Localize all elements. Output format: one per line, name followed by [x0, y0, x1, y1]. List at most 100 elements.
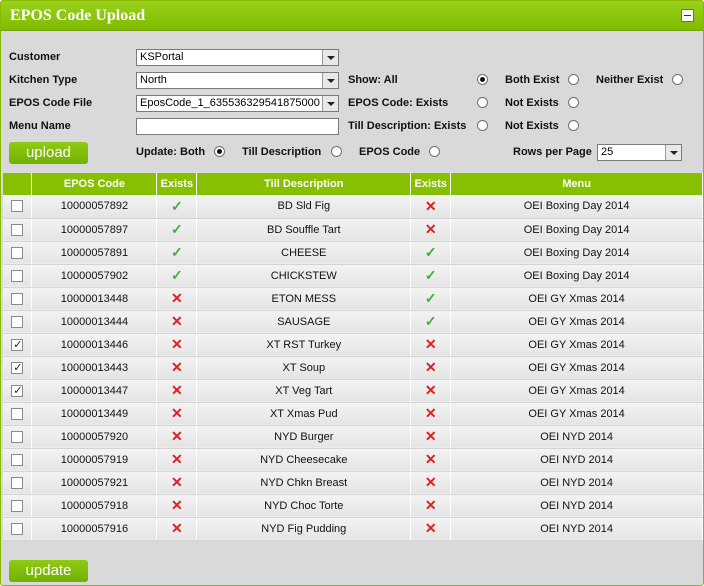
radio-till-exists[interactable]: [477, 120, 488, 131]
table-row: 10000013449 ✕ XT Xmas Pud ✕ OEI GY Xmas 2014: [3, 402, 703, 426]
radio-both-exist[interactable]: [568, 74, 579, 85]
row-checkbox[interactable]: [11, 361, 24, 374]
cross-icon: ✕: [171, 428, 183, 444]
desc-exists-cell: ✕: [410, 494, 452, 518]
collapse-icon[interactable]: [681, 9, 694, 22]
update-button[interactable]: update: [9, 560, 88, 582]
menu-cell: OEI NYD 2014: [450, 471, 703, 495]
code-exists-cell: ✕: [156, 494, 198, 518]
chevron-down-icon: [322, 50, 338, 65]
menu-cell: OEI NYD 2014: [450, 448, 703, 472]
kitchen-type-label: Kitchen Type: [9, 74, 78, 86]
row-select-cell: [3, 310, 33, 334]
menu-cell: OEI Boxing Day 2014: [450, 264, 703, 288]
row-checkbox[interactable]: [11, 384, 24, 397]
row-checkbox[interactable]: [11, 430, 24, 443]
epos-code-cell: 10000057916: [31, 517, 158, 541]
epos-code-cell: 10000057897: [31, 218, 158, 242]
table-body: 10000057892 ✓ BD Sld Fig ✕ OEI Boxing Day 20…: [3, 195, 703, 541]
radio-till-not-exists[interactable]: [568, 120, 579, 131]
row-select-cell: [3, 241, 33, 265]
upload-button[interactable]: upload: [9, 142, 88, 164]
row-select-cell: [3, 218, 33, 242]
epos-code-table: EPOS Code Exists Till Description Exists…: [3, 173, 703, 541]
header-till-description[interactable]: Till Description: [196, 173, 412, 195]
row-checkbox[interactable]: [11, 407, 24, 420]
epos-code-cell: 10000057921: [31, 471, 158, 495]
menu-cell: OEI NYD 2014: [450, 494, 703, 518]
header-select: [3, 173, 33, 195]
row-checkbox[interactable]: [11, 338, 24, 351]
header-menu[interactable]: Menu: [450, 173, 703, 195]
desc-exists-cell: ✕: [410, 425, 452, 449]
till-description-cell: NYD Burger: [196, 425, 412, 449]
header-code-exists[interactable]: Exists: [156, 173, 198, 195]
table-row: 10000013448 ✕ ETON MESS ✓ OEI GY Xmas 2014: [3, 287, 703, 311]
cross-icon: ✕: [171, 359, 183, 375]
table-row: 10000057919 ✕ NYD Cheesecake ✕ OEI NYD 2014: [3, 448, 703, 472]
row-select-cell: [3, 425, 33, 449]
row-checkbox[interactable]: [11, 499, 24, 512]
row-select-cell: [3, 333, 33, 357]
till-description-cell: BD Sld Fig: [196, 195, 412, 219]
rows-per-page-value: 25: [601, 146, 614, 158]
till-description-cell: NYD Cheesecake: [196, 448, 412, 472]
radio-neither-exist[interactable]: [672, 74, 683, 85]
epos-code-cell: 10000013444: [31, 310, 158, 334]
till-exists-label: Till Description: Exists: [348, 120, 467, 132]
till-description-cell: CHEESE: [196, 241, 412, 265]
epos-code-cell: 10000013446: [31, 333, 158, 357]
epos-code-cell: 10000013448: [31, 287, 158, 311]
epos-file-select[interactable]: EposCode_1_635536329541875000: [136, 95, 339, 112]
kitchen-type-value: North: [140, 74, 167, 86]
desc-exists-cell: ✕: [410, 333, 452, 357]
cross-icon: ✕: [424, 451, 437, 467]
epos-code-cell: 10000057892: [31, 195, 158, 219]
table-row: 10000057891 ✓ CHEESE ✓ OEI Boxing Day 2014: [3, 241, 703, 265]
code-exists-cell: ✓: [156, 195, 198, 219]
rows-per-page-select[interactable]: 25: [597, 144, 682, 161]
radio-update-epos[interactable]: [429, 146, 440, 157]
cross-icon: ✕: [171, 520, 183, 536]
till-description-cell: BD Souffle Tart: [196, 218, 412, 242]
menu-name-input[interactable]: [136, 118, 339, 135]
row-checkbox[interactable]: [11, 200, 24, 213]
row-checkbox[interactable]: [11, 315, 24, 328]
till-description-cell: CHICKSTEW: [196, 264, 412, 288]
table-row: 10000057916 ✕ NYD Fig Pudding ✕ OEI NYD 2014: [3, 517, 703, 541]
header-epos-code[interactable]: EPOS Code: [31, 173, 158, 195]
code-exists-cell: ✕: [156, 425, 198, 449]
epos-code-cell: 10000057891: [31, 241, 158, 265]
row-checkbox[interactable]: [11, 522, 24, 535]
check-icon: ✓: [171, 221, 183, 237]
till-not-exists-label: Not Exists: [505, 120, 559, 132]
customer-select[interactable]: KSPortal: [136, 49, 339, 66]
check-icon: ✓: [171, 244, 183, 260]
cross-icon: ✕: [424, 197, 437, 214]
code-exists-cell: ✕: [156, 333, 198, 357]
row-checkbox[interactable]: [11, 453, 24, 466]
radio-epos-not-exists[interactable]: [568, 97, 579, 108]
epos-file-value: EposCode_1_635536329541875000: [140, 97, 320, 109]
kitchen-type-select[interactable]: North: [136, 72, 339, 89]
code-exists-cell: ✕: [156, 517, 198, 541]
cross-icon: ✕: [171, 497, 183, 513]
row-checkbox[interactable]: [11, 246, 24, 259]
row-checkbox[interactable]: [11, 292, 24, 305]
row-checkbox[interactable]: [11, 269, 24, 282]
header-desc-exists[interactable]: Exists: [410, 173, 452, 195]
check-icon: ✓: [424, 313, 437, 329]
radio-update-till[interactable]: [331, 146, 342, 157]
row-checkbox[interactable]: [11, 223, 24, 236]
update-both-label: Update: Both: [136, 146, 206, 158]
code-exists-cell: ✕: [156, 287, 198, 311]
radio-epos-exists[interactable]: [477, 97, 488, 108]
cross-icon: ✕: [171, 313, 183, 329]
cross-icon: ✕: [171, 336, 183, 352]
customer-label: Customer: [9, 51, 61, 63]
till-description-cell: SAUSAGE: [196, 310, 412, 334]
row-checkbox[interactable]: [11, 476, 24, 489]
radio-show-all[interactable]: [477, 74, 488, 85]
radio-update-both[interactable]: [214, 146, 225, 157]
chevron-down-icon: [665, 145, 681, 160]
